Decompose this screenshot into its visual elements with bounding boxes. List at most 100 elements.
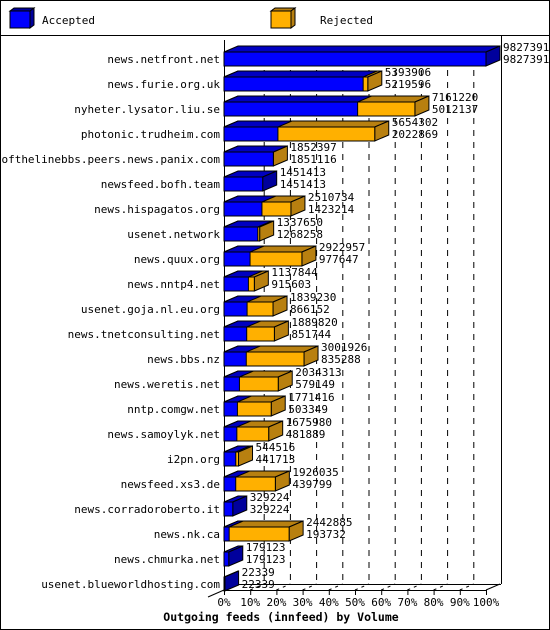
category-label: usenet.blueworldhosting.com [41,578,220,591]
bar-accepted-front [223,476,237,492]
bar-accepted-front [223,51,487,67]
bar-group [223,445,254,467]
value-label-accepted: 1268258 [277,228,323,241]
x-tick-label: 50% [345,596,365,609]
x-tick-label: 10% [240,596,260,609]
value-label-accepted: 503349 [288,403,328,416]
bar-accepted-group [223,45,501,67]
bar-group [223,545,244,567]
value-label-accepted: 1851116 [290,153,336,166]
value-label-accepted: 1451413 [280,178,326,191]
bar-group [223,320,289,342]
x-tick-label: 60% [371,596,391,609]
swatch-front [270,10,292,29]
category-label: news.bbs.nz [147,353,220,366]
category-label: news.chmurka.net [114,553,220,566]
x-tick-label: 70% [397,596,417,609]
bar-accepted-front [223,401,238,417]
category-label: news.samoylyk.net [107,428,220,441]
category-label: usenet.network [127,228,220,241]
bar-accepted-front [223,126,279,142]
chart-title: Outgoing feeds (innfeed) by Volume [163,610,398,624]
category-label: newsfeed.xs3.de [121,478,220,491]
bar-group [223,345,319,367]
category-label: news.netfront.net [107,53,220,66]
swatch-side [290,7,296,29]
category-label: usenet.goja.nl.eu.org [81,303,220,316]
bar-group [223,120,390,142]
value-label-accepted: 5219596 [385,78,431,91]
swatch-front [9,10,31,29]
value-label-accepted: 835288 [321,353,361,366]
category-label: news.nntp4.net [127,278,220,291]
value-label-accepted: 5012137 [432,103,478,116]
bar-accepted-front [223,301,248,317]
value-label-accepted: 579149 [295,378,335,391]
bar-group [223,245,317,267]
bar-group [223,45,501,67]
bar-accepted-front [223,351,247,367]
category-label: newsfeed.bofh.team [101,178,221,191]
value-label-accepted: 915603 [271,278,311,291]
bar-accepted-front [223,151,274,167]
value-label-accepted: 1423214 [308,203,355,216]
bar-group [223,370,293,392]
bar-accepted-front [223,101,359,117]
value-label-accepted: 481889 [286,428,326,441]
value-label-accepted: 441713 [256,453,296,466]
x-tick-label: 0% [217,596,231,609]
legend-swatch-accepted [8,7,36,29]
bar-accepted-front [223,551,230,567]
bar-group [223,395,286,417]
bar-accepted-front [223,226,259,242]
value-label-accepted: 977647 [319,253,359,266]
category-label: endofthelinebbs.peers.news.panix.com [0,153,220,166]
category-label: news.hispagatos.org [94,203,220,216]
bar-accepted-front [223,326,248,342]
category-label: i2pn.org [167,453,220,466]
value-label-accepted: 22339 [242,578,275,591]
bar-group [223,220,275,242]
bar-chart: Accepted Rejected news.netfront.netnews.… [0,7,549,624]
value-label-accepted: 193732 [306,528,346,541]
category-label: nyheter.lysator.liu.se [74,103,220,116]
category-label: news.quux.org [134,253,220,266]
bar-rejected-front [223,526,290,542]
category-label: news.weretis.net [114,378,220,391]
bar-group [223,95,430,117]
bar-accepted-front [223,176,264,192]
bar-group [223,70,383,92]
bar-accepted-front [223,76,364,92]
bar-accepted-front [223,526,230,542]
category-labels: news.netfront.net news.furie.org.uk nyhete… [0,53,220,591]
value-label-accepted: 329224 [250,503,290,516]
bar-accepted-top [223,45,501,53]
bar-accepted-group [223,170,278,192]
value-label-accepted: 179123 [246,553,286,566]
bar-accepted-front [223,251,251,267]
legend-swatch-rejected [269,7,297,29]
x-tick-label: 40% [319,596,339,609]
swatch-side [29,7,35,29]
x-tick-label: 90% [450,596,470,609]
category-label: news.furie.org.uk [107,78,220,91]
bar-group [223,270,269,292]
value-label-accepted: 866152 [290,303,330,316]
legend: Accepted Rejected [8,7,373,29]
x-tick-label: 30% [293,596,313,609]
category-label: nntp.comgw.net [127,403,220,416]
bar-accepted-front [223,201,263,217]
bar-accepted-group [223,495,248,517]
bar-group [223,420,284,442]
x-tick-label: 80% [424,596,444,609]
bar-accepted-front [223,376,240,392]
category-label: news.tnetconsulting.net [68,328,220,341]
bar-group [223,195,306,217]
bar-accepted-group [223,545,244,567]
bar-group [223,470,290,492]
bar-accepted-group [223,95,372,117]
bar-accepted-front [223,451,237,467]
bar-accepted-top [223,70,378,78]
bar-accepted-front [223,576,226,592]
bar-group [223,170,278,192]
